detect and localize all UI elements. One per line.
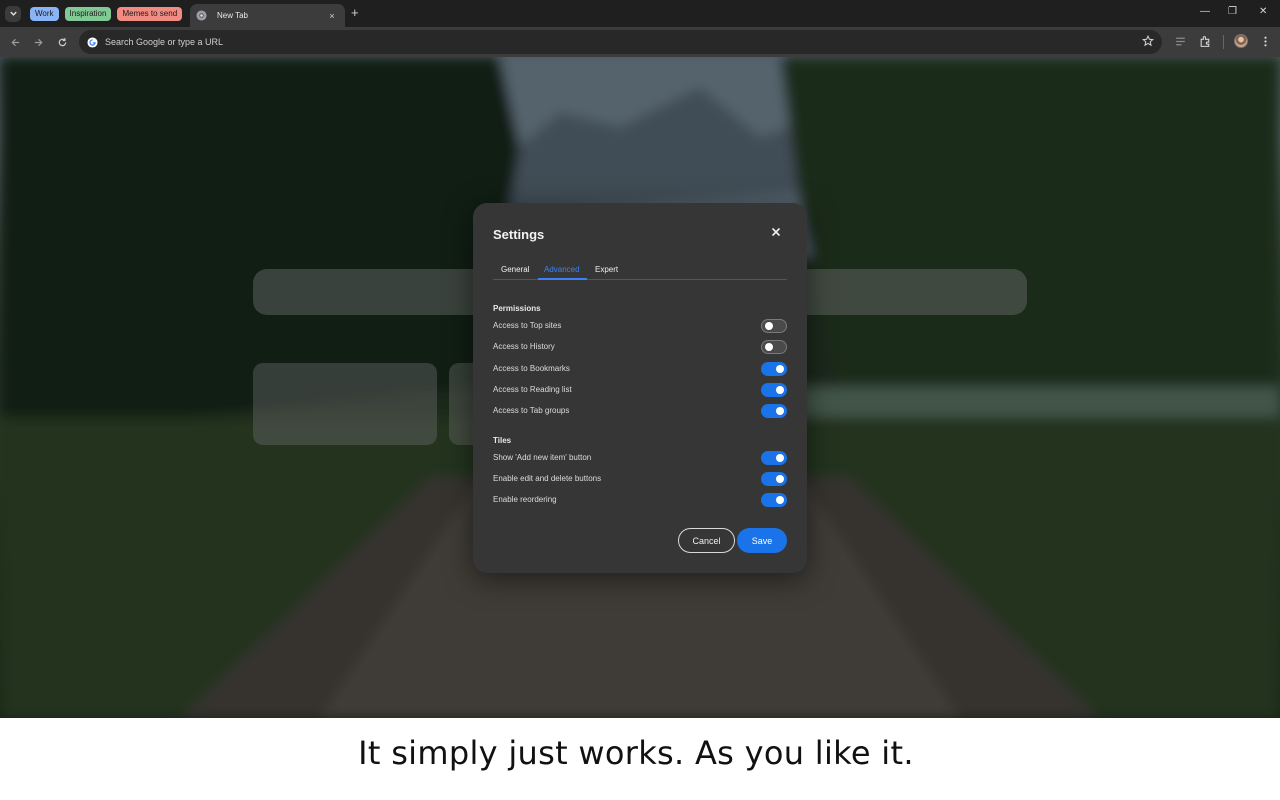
settings-tabs: General Advanced Expert [493, 263, 787, 280]
dialog-title: Settings [493, 227, 545, 242]
setting-label: Enable edit and delete buttons [493, 474, 602, 483]
active-tab-indicator [538, 278, 587, 280]
toggle-top-sites[interactable] [761, 319, 787, 333]
toggle-reading-list[interactable] [761, 383, 787, 397]
toggle-reordering[interactable] [761, 493, 787, 507]
setting-label: Show 'Add new item' button [493, 453, 592, 462]
toggle-knob [776, 454, 784, 462]
toggle-tab-groups[interactable] [761, 404, 787, 418]
toolbar: Search Google or type a URL [0, 27, 1280, 57]
tab-title: New Tab [217, 11, 248, 20]
setting-label: Access to Bookmarks [493, 364, 570, 373]
new-tab-button[interactable]: + [351, 5, 359, 20]
tab-group-inspiration[interactable]: Inspiration [64, 6, 112, 21]
profile-avatar[interactable] [1234, 34, 1248, 48]
toggle-knob [776, 407, 784, 415]
toggle-knob [776, 496, 784, 504]
section-title-permissions: Permissions [493, 304, 541, 313]
save-button[interactable]: Save [737, 528, 787, 553]
google-icon [87, 36, 98, 48]
restore-icon[interactable]: ❐ [1228, 6, 1237, 17]
window-close-icon[interactable]: ✕ [1259, 6, 1267, 17]
toggle-knob [776, 475, 784, 483]
blurred-tile [253, 363, 437, 445]
chrome-icon [196, 10, 207, 21]
toggle-edit-delete[interactable] [761, 472, 787, 486]
toggle-knob [776, 365, 784, 373]
caption-area: It simply just works. As you like it. [0, 718, 1280, 800]
tab-search-button[interactable] [5, 5, 21, 22]
tab-group-work[interactable]: Work [30, 6, 59, 21]
tab-search-list-icon[interactable] [1174, 35, 1187, 48]
toggle-knob [765, 322, 773, 330]
back-button[interactable] [7, 34, 23, 50]
close-tab-icon[interactable]: × [325, 11, 339, 21]
omnibox[interactable]: Search Google or type a URL [79, 30, 1162, 54]
toggle-knob [776, 386, 784, 394]
setting-label: Access to History [493, 342, 555, 351]
tab-general[interactable]: General [501, 265, 529, 274]
arrow-left-icon [10, 38, 19, 46]
chevron-down-icon [9, 11, 17, 16]
setting-row: Access to Top sites [493, 319, 787, 333]
setting-row: Access to Reading list [493, 383, 787, 397]
arrow-right-icon [34, 38, 43, 46]
section-title-tiles: Tiles [493, 436, 512, 445]
toggle-history[interactable] [761, 340, 787, 354]
forward-button[interactable] [30, 34, 46, 50]
toolbar-separator [1223, 35, 1224, 49]
setting-label: Enable reordering [493, 495, 557, 504]
reload-button[interactable] [54, 34, 70, 50]
more-menu-icon[interactable] [1259, 35, 1272, 48]
toggle-add-new-item[interactable] [761, 451, 787, 465]
tab-expert[interactable]: Expert [595, 265, 618, 274]
tab-strip: Work Inspiration Memes to send New Tab ×… [0, 0, 1280, 27]
tab-group-memes[interactable]: Memes to send [117, 6, 183, 21]
setting-label: Access to Tab groups [493, 406, 570, 415]
setting-row: Enable reordering [493, 493, 787, 507]
setting-row: Access to Tab groups [493, 404, 787, 418]
toggle-knob [765, 343, 773, 351]
setting-row: Access to History [493, 340, 787, 354]
tab-new-tab[interactable]: New Tab × [190, 4, 345, 27]
settings-dialog: Settings General Advanced Expert Permiss… [473, 203, 807, 573]
caption-text: It simply just works. As you like it. [358, 734, 914, 772]
setting-label: Access to Top sites [493, 321, 562, 330]
cancel-button[interactable]: Cancel [678, 528, 735, 553]
close-icon[interactable] [769, 225, 783, 239]
toggle-bookmarks[interactable] [761, 362, 787, 376]
reload-icon [58, 37, 66, 46]
tab-advanced[interactable]: Advanced [544, 265, 580, 274]
minimize-icon[interactable]: — [1200, 6, 1210, 17]
extensions-icon[interactable] [1199, 35, 1212, 48]
setting-row: Access to Bookmarks [493, 362, 787, 376]
bookmark-star-icon[interactable] [1142, 35, 1154, 47]
setting-row: Enable edit and delete buttons [493, 472, 787, 486]
omnibox-placeholder: Search Google or type a URL [105, 37, 224, 47]
setting-row: Show 'Add new item' button [493, 451, 787, 465]
setting-label: Access to Reading list [493, 385, 572, 394]
